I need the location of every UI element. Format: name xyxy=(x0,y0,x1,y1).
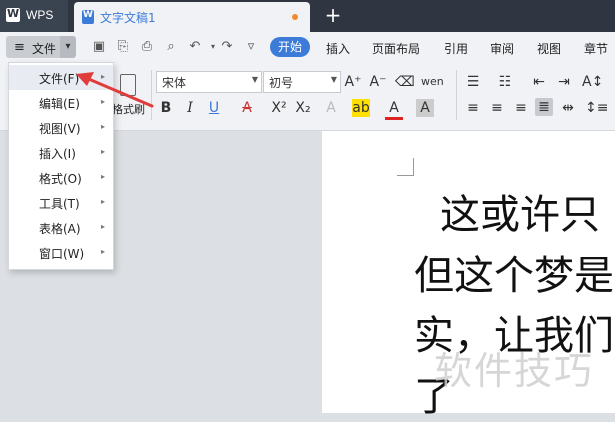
document-text-line: 但这个梦是 xyxy=(414,253,614,299)
char-shading-icon[interactable]: A xyxy=(416,99,434,117)
menu-item-view[interactable]: 视图(V) ▸ xyxy=(9,115,113,140)
writer-doc-icon xyxy=(82,10,94,24)
menu-item-label: 工具(T) xyxy=(39,197,80,211)
align-right-icon[interactable]: ≡ xyxy=(512,99,530,117)
font-size-select[interactable]: 初号 ▼ xyxy=(263,71,341,93)
tab-chapter[interactable]: 章节 xyxy=(584,40,608,57)
font-size-value: 初号 xyxy=(269,76,294,90)
margin-corner-mark xyxy=(397,175,414,176)
plus-icon[interactable]: + xyxy=(324,4,342,26)
ribbon-divider xyxy=(456,70,457,120)
tab-insert[interactable]: 插入 xyxy=(326,40,350,57)
chevron-right-icon: ▸ xyxy=(101,247,106,256)
text-effect-icon[interactable]: A xyxy=(322,99,340,117)
strikethrough-icon[interactable]: A xyxy=(238,99,256,117)
decrease-indent-icon[interactable]: ⇤ xyxy=(530,73,548,91)
print-preview-icon[interactable]: ⌕ xyxy=(162,38,180,56)
document-text-line: 这或许只 xyxy=(440,192,600,238)
subscript-icon[interactable]: X₂ xyxy=(294,99,312,117)
wps-logo-icon xyxy=(6,7,20,22)
wps-home-tab[interactable]: WPS xyxy=(0,0,68,32)
customize-toolbar-icon[interactable]: ▿ xyxy=(242,38,260,56)
line-spacing-icon[interactable]: ↕≡ xyxy=(585,99,608,117)
chevron-right-icon: ▸ xyxy=(101,197,106,206)
document-tab[interactable]: 文字文稿1 xyxy=(74,2,310,32)
wps-home-label: WPS xyxy=(26,8,54,22)
phonetic-guide-icon[interactable]: wen xyxy=(421,73,444,91)
highlight-icon[interactable]: ab xyxy=(352,99,370,117)
italic-icon[interactable]: I xyxy=(181,99,199,117)
print-icon[interactable]: ⎙ xyxy=(138,38,156,56)
align-center-icon[interactable]: ≡ xyxy=(488,99,506,117)
chevron-down-icon: ▼ xyxy=(251,75,258,84)
grow-font-icon[interactable]: A⁺ xyxy=(344,73,362,91)
chevron-down-icon: ▼ xyxy=(330,75,337,84)
font-color-icon[interactable]: A xyxy=(385,99,403,120)
menu-item-insert[interactable]: 插入(I) ▸ xyxy=(9,140,113,165)
shrink-font-icon[interactable]: A⁻ xyxy=(369,73,387,91)
menu-item-tools[interactable]: 工具(T) ▸ xyxy=(9,190,113,215)
menu-item-label: 视图(V) xyxy=(39,122,81,136)
menu-item-format[interactable]: 格式(O) ▸ xyxy=(9,165,113,190)
menu-item-table[interactable]: 表格(A) ▸ xyxy=(9,215,113,240)
annotation-arrow-icon xyxy=(76,72,154,108)
redo-icon[interactable]: ↷ xyxy=(218,38,236,56)
menu-item-label: 表格(A) xyxy=(39,222,81,236)
menu-item-label: 插入(I) xyxy=(39,147,76,161)
margin-corner-mark xyxy=(413,158,414,176)
watermark: 软件技巧 xyxy=(434,349,595,393)
unsaved-dot-icon xyxy=(292,14,298,20)
chevron-down-icon[interactable]: ▾ xyxy=(60,36,76,58)
tab-start[interactable]: 开始 xyxy=(270,37,310,57)
hamburger-icon: ≡ xyxy=(14,40,25,55)
font-name-select[interactable]: 宋体 ▼ xyxy=(156,71,262,93)
menu-item-label: 窗口(W) xyxy=(39,247,85,261)
tab-review[interactable]: 审阅 xyxy=(490,40,514,57)
menu-item-window[interactable]: 窗口(W) ▸ xyxy=(9,240,113,265)
tab-view[interactable]: 视图 xyxy=(537,40,561,57)
menu-item-label: 格式(O) xyxy=(39,172,82,186)
chevron-right-icon: ▸ xyxy=(101,147,106,156)
justify-icon[interactable]: ≣ xyxy=(535,98,553,116)
document-tab-label: 文字文稿1 xyxy=(100,11,156,25)
save-icon[interactable]: ▣ xyxy=(90,38,108,56)
file-menu-label: 文件 xyxy=(32,42,57,56)
underline-icon[interactable]: U xyxy=(205,99,223,117)
tab-page-layout[interactable]: 页面布局 xyxy=(372,40,420,57)
superscript-icon[interactable]: X² xyxy=(270,99,288,117)
text-direction-icon[interactable]: A↕ xyxy=(582,73,603,91)
align-left-icon[interactable]: ≡ xyxy=(464,99,482,117)
tab-references[interactable]: 引用 xyxy=(444,40,468,57)
font-name-value: 宋体 xyxy=(162,76,187,90)
export-pdf-icon[interactable]: ⎘ xyxy=(114,38,132,56)
distributed-icon[interactable]: ⇹ xyxy=(559,99,577,117)
undo-icon[interactable]: ↶ xyxy=(186,38,204,56)
chevron-right-icon: ▸ xyxy=(101,222,106,231)
chevron-right-icon: ▸ xyxy=(101,172,106,181)
bullet-list-icon[interactable]: ☰ xyxy=(464,73,482,91)
increase-indent-icon[interactable]: ⇥ xyxy=(555,73,573,91)
numbered-list-icon[interactable]: ☷ xyxy=(496,73,514,91)
clear-format-icon[interactable]: ⌫ xyxy=(395,73,415,91)
file-menu-button[interactable]: ≡ 文件 xyxy=(6,36,60,58)
chevron-right-icon: ▸ xyxy=(101,122,106,131)
